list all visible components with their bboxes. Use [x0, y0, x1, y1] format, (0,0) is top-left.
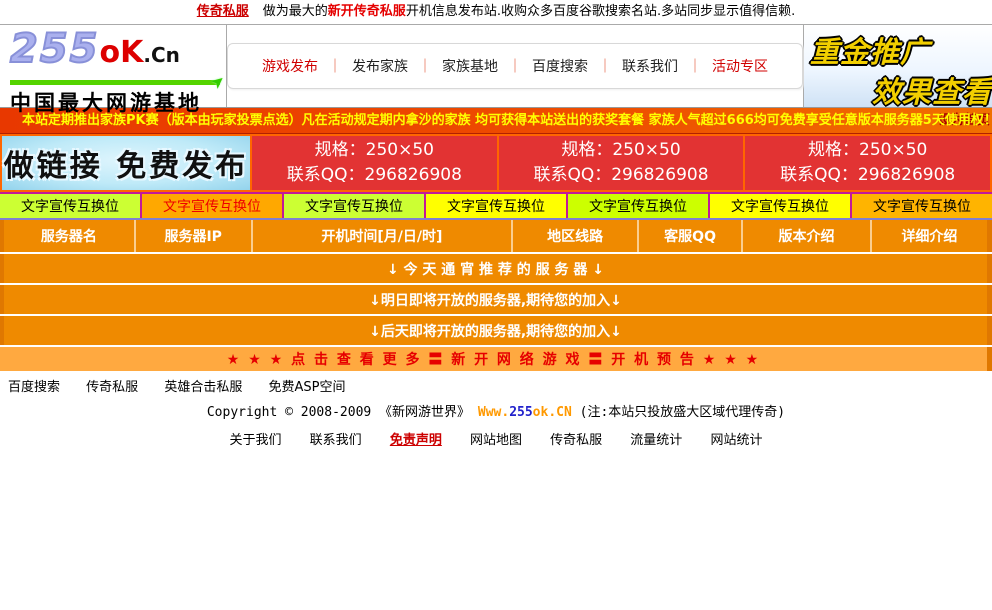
promo-line1: 重金推广	[810, 29, 986, 71]
top-text-highlight: 新开传奇私服	[328, 4, 406, 19]
top-link-chuanqi[interactable]: 传奇私服	[197, 4, 249, 19]
copyright-site-num[interactable]: 255	[509, 405, 532, 420]
free-link-banner-text: 做链接 免费发布	[4, 141, 248, 185]
nav-separator: ｜	[688, 59, 702, 75]
promo-line2: 效果查看	[872, 69, 986, 107]
text-link-slot-3[interactable]: 文字宣传互换位	[284, 194, 424, 218]
view-more-bar[interactable]: ★ ★ ★ 点 击 查 看 更 多 〓 新 开 网 络 游 戏 〓 开 机 预 …	[0, 347, 992, 371]
nav-item-family-base[interactable]: 家族基地	[442, 59, 498, 75]
banner-ads-row: 做链接 免费发布 规格：250×50 联系QQ：296826908 规格：250…	[0, 134, 992, 192]
text-link-slot-1[interactable]: 文字宣传互换位	[0, 194, 140, 218]
logo-cn: .Cn	[143, 43, 180, 67]
text-link-slot-6[interactable]: 文字宣传互换位	[710, 194, 850, 218]
col-server-ip: 服务器IP	[136, 220, 253, 252]
copyright-text: Copyright © 2008-2009 《新网游世界》	[207, 405, 478, 420]
footer-link-heji[interactable]: 英雄合击私服	[164, 380, 242, 395]
logo-digits: 255	[10, 26, 100, 72]
ad-slot-3[interactable]: 规格：250×50 联系QQ：296826908	[745, 136, 990, 190]
nav-separator: ｜	[598, 59, 612, 75]
nav-item-activity-zone[interactable]: 活动专区	[712, 59, 768, 75]
text-link-exchange-row: 文字宣传互换位 文字宣传互换位 文字宣传互换位 文字宣传互换位 文字宣传互换位 …	[0, 192, 992, 220]
logo-subtitle: 中国最大网游基地	[10, 87, 220, 117]
footer-link-baidu[interactable]: 百度搜索	[8, 380, 60, 395]
nav-item-baidu-search[interactable]: 百度搜索	[532, 59, 588, 75]
bottom-link-site-stats[interactable]: 网站统计	[710, 433, 762, 448]
server-row-tomorrow: ↓明日即将开放的服务器,期待您的加入↓	[0, 285, 992, 314]
text-link-slot-7[interactable]: 文字宣传互换位	[852, 194, 992, 218]
text-link-slot-2[interactable]: 文字宣传互换位	[142, 194, 282, 218]
nav-item-contact-us[interactable]: 联系我们	[622, 59, 678, 75]
copyright-site-link[interactable]: Www.	[478, 405, 509, 420]
bottom-link-traffic-stats[interactable]: 流量统计	[630, 433, 682, 448]
text-link-slot-4[interactable]: 文字宣传互换位	[426, 194, 566, 218]
footer-link-asp[interactable]: 免费ASP空间	[268, 380, 345, 395]
nav-separator: ｜	[508, 59, 522, 75]
nav-item-game-publish[interactable]: 游戏发布	[262, 59, 318, 75]
logo-wordmark: 255oK.Cn	[10, 29, 220, 79]
bottom-link-disclaimer[interactable]: 免责声明	[390, 433, 442, 448]
footer-link-chuanqi[interactable]: 传奇私服	[86, 380, 138, 395]
site-logo[interactable]: 255oK.Cn 中国最大网游基地 ➤	[0, 25, 227, 107]
copyright-site-cn[interactable]: CN	[556, 405, 572, 420]
col-version-intro: 版本介绍	[743, 220, 872, 252]
ad-qq: 联系QQ：296826908	[780, 163, 955, 188]
server-table-header: 服务器名 服务器IP 开机时间[月/日/时] 地区线路 客服QQ 版本介绍 详细…	[0, 220, 992, 252]
main-nav: 游戏发布 ｜ 发布家族 ｜ 家族基地 ｜ 百度搜索 ｜ 联系我们 ｜ 活动专区	[227, 43, 803, 89]
ad-spec: 规格：250×50	[808, 138, 927, 163]
main-nav-area: 游戏发布 ｜ 发布家族 ｜ 家族基地 ｜ 百度搜索 ｜ 联系我们 ｜ 活动专区	[227, 25, 804, 107]
col-detail-intro: 详细介绍	[872, 220, 987, 252]
nav-separator: ｜	[328, 59, 342, 75]
logo-ok: oK	[100, 35, 144, 70]
promo-banner[interactable]: 重金推广 效果查看	[804, 25, 992, 107]
ad-spec: 规格：250×50	[315, 138, 434, 163]
ad-slot-1[interactable]: 规格：250×50 联系QQ：296826908	[252, 136, 497, 190]
server-row-day-after: ↓后天即将开放的服务器,期待您的加入↓	[0, 316, 992, 345]
bottom-link-contact[interactable]: 联系我们	[310, 433, 362, 448]
ad-qq: 联系QQ：296826908	[287, 163, 462, 188]
copyright-line: Copyright © 2008-2009 《新网游世界》 Www.255ok.…	[0, 398, 992, 423]
top-text-1: 做为最大的	[263, 4, 328, 19]
col-open-time: 开机时间[月/日/时]	[253, 220, 513, 252]
bottom-links-row: 关于我们 联系我们 免责声明 网站地图 传奇私服 流量统计 网站统计	[0, 423, 992, 448]
copyright-site-ok[interactable]: ok.	[533, 405, 556, 420]
top-text-2: 开机信息发布站.收购众多百度谷歌搜索名站.多站同步显示值得信赖.	[406, 4, 795, 19]
col-service-qq: 客服QQ	[639, 220, 743, 252]
bottom-link-about[interactable]: 关于我们	[230, 433, 282, 448]
header-band: 255oK.Cn 中国最大网游基地 ➤ 游戏发布 ｜ 发布家族 ｜ 家族基地 ｜ 百度搜索 ｜…	[0, 24, 992, 108]
copyright-note: (注:本站只投放盛大区域代理传奇)	[572, 405, 785, 420]
free-link-banner[interactable]: 做链接 免费发布	[2, 136, 250, 190]
bottom-link-sitemap[interactable]: 网站地图	[470, 433, 522, 448]
text-link-slot-5[interactable]: 文字宣传互换位	[568, 194, 708, 218]
ad-spec: 规格：250×50	[561, 138, 680, 163]
nav-item-family-publish[interactable]: 发布家族	[352, 59, 408, 75]
footer-quick-links: 百度搜索 传奇私服 英雄合击私服 免费ASP空间	[0, 371, 992, 398]
logo-underline	[10, 80, 220, 85]
bottom-link-chuanqi[interactable]: 传奇私服	[550, 433, 602, 448]
server-row-today: ↓ 今 天 通 宵 推 荐 的 服 务 器 ↓	[0, 254, 992, 283]
top-announcement-bar: 传奇私服做为最大的新开传奇私服开机信息发布站.收购众多百度谷歌搜索名站.多站同步…	[0, 0, 992, 24]
ad-slot-2[interactable]: 规格：250×50 联系QQ：296826908	[499, 136, 744, 190]
col-server-name: 服务器名	[4, 220, 136, 252]
ad-qq: 联系QQ：296826908	[533, 163, 708, 188]
col-region-line: 地区线路	[513, 220, 639, 252]
nav-separator: ｜	[418, 59, 432, 75]
